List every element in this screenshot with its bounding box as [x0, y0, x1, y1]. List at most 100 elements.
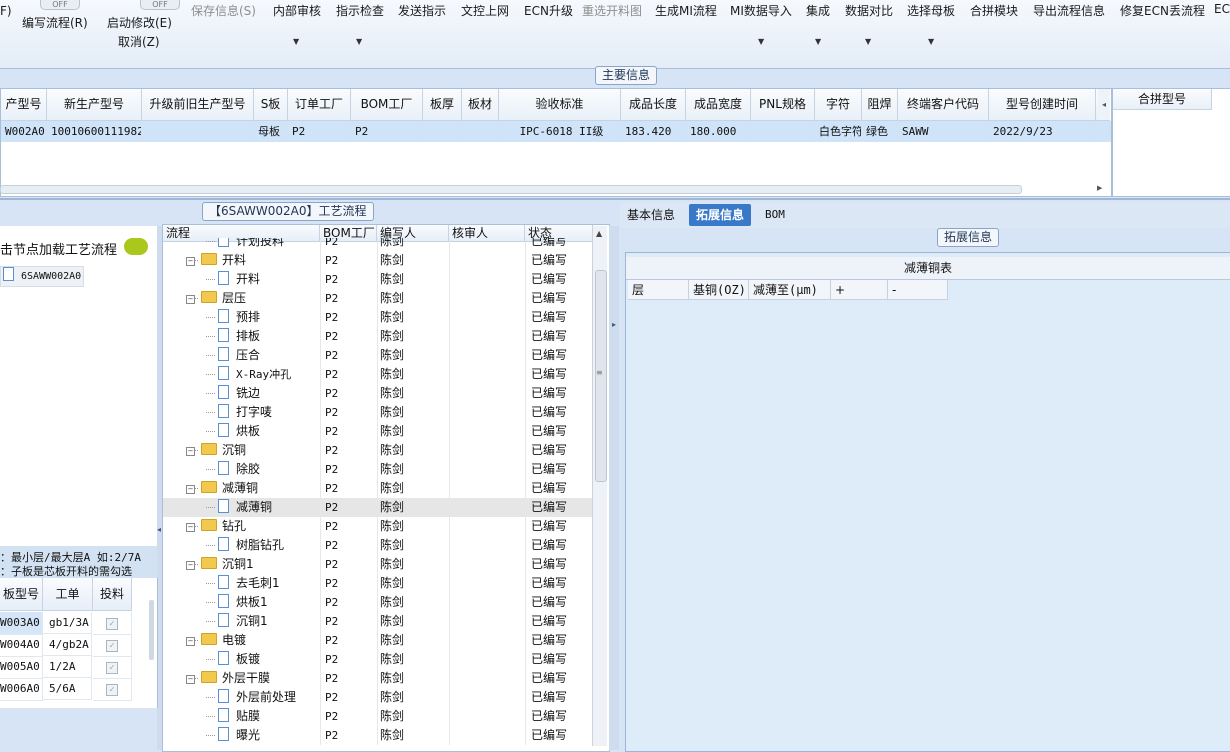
- collapse-icon[interactable]: −: [186, 675, 195, 684]
- main-col-header[interactable]: BOM工厂: [351, 89, 423, 121]
- tab-bom[interactable]: BOM: [758, 204, 792, 226]
- process-row[interactable]: 贴膜 P2 陈剑 已编写: [163, 707, 593, 726]
- process-row[interactable]: − 沉铜 P2 陈剑 已编写: [163, 441, 593, 460]
- main-cell[interactable]: SAWW: [898, 121, 989, 142]
- process-row[interactable]: 烘板 P2 陈剑 已编写: [163, 422, 593, 441]
- main-cell[interactable]: [462, 121, 499, 142]
- feed-checkbox[interactable]: ✓: [106, 684, 118, 696]
- main-cell[interactable]: [751, 121, 815, 142]
- main-col-header[interactable]: 成品宽度: [686, 89, 751, 121]
- internal-review-dropdown-icon[interactable]: ▼: [293, 37, 299, 46]
- scroll-up-arrow-icon[interactable]: ▲: [596, 229, 602, 238]
- toolbar-fragment-right[interactable]: ECN: [1214, 2, 1230, 16]
- process-row[interactable]: 预排 P2 陈剑 已编写: [163, 308, 593, 327]
- main-col-header[interactable]: 成品长度: [621, 89, 686, 121]
- process-vertical-scrollbar[interactable]: ▲ ≡: [592, 226, 607, 746]
- main-col-header[interactable]: 产型号: [1, 89, 47, 121]
- start-modify-button[interactable]: 启动修改(E): [107, 14, 172, 31]
- column-chooser-icon[interactable]: ◂: [1098, 89, 1110, 121]
- add-row-button[interactable]: +: [831, 280, 888, 300]
- main-col-header[interactable]: PNL规格: [751, 89, 815, 121]
- main-col-header[interactable]: 升级前旧生产型号: [142, 89, 254, 121]
- main-col-header[interactable]: 新生产型号: [47, 89, 142, 121]
- process-row[interactable]: − 层压 P2 陈剑 已编写: [163, 289, 593, 308]
- ecn-upgrade-button[interactable]: ECN升级: [524, 2, 573, 19]
- main-col-header[interactable]: 阻焊: [862, 89, 898, 121]
- sub-board-model[interactable]: W004A0: [0, 634, 43, 657]
- start-modify-toggle[interactable]: OFF: [140, 0, 180, 10]
- integrate-dropdown-icon[interactable]: ▼: [815, 37, 821, 46]
- process-row[interactable]: X-Ray冲孔 P2 陈剑 已编写: [163, 365, 593, 384]
- data-compare-dropdown-icon[interactable]: ▼: [865, 37, 871, 46]
- main-cell[interactable]: P2: [351, 121, 423, 142]
- main-col-header[interactable]: S板: [254, 89, 288, 121]
- repair-ecn-button[interactable]: 修复ECN丢流程: [1120, 2, 1205, 19]
- process-row[interactable]: 曝光 P2 陈剑 已编写: [163, 726, 593, 745]
- process-row[interactable]: 除胶 P2 陈剑 已编写: [163, 460, 593, 479]
- collapse-icon[interactable]: −: [186, 447, 195, 456]
- collapse-icon[interactable]: −: [186, 295, 195, 304]
- main-col-header[interactable]: 型号创建时间: [989, 89, 1096, 121]
- main-cell[interactable]: 180.000: [686, 121, 751, 142]
- internal-review-button[interactable]: 内部审核: [273, 2, 321, 19]
- main-cell[interactable]: 白色字符: [815, 121, 862, 142]
- sub-board-model[interactable]: W005A0: [0, 656, 43, 679]
- indicator-check-dropdown-icon[interactable]: ▼: [356, 37, 362, 46]
- process-row[interactable]: 打字唛 P2 陈剑 已编写: [163, 403, 593, 422]
- mi-import-button[interactable]: MI数据导入: [730, 2, 792, 19]
- save-info-button[interactable]: 保存信息(S): [191, 2, 256, 19]
- main-col-header[interactable]: 板厚: [423, 89, 462, 121]
- collapse-icon[interactable]: −: [186, 257, 195, 266]
- tab-basic-info[interactable]: 基本信息: [620, 204, 682, 226]
- merge-module-button[interactable]: 合拼模块: [970, 2, 1018, 19]
- process-row[interactable]: − 外层干膜 P2 陈剑 已编写: [163, 669, 593, 688]
- right-splitter[interactable]: [609, 226, 619, 750]
- main-cell[interactable]: 母板: [254, 121, 288, 142]
- process-row[interactable]: 外层前处理 P2 陈剑 已编写: [163, 688, 593, 707]
- select-mother-board-button[interactable]: 选择母板: [907, 2, 955, 19]
- main-col-header[interactable]: 订单工厂: [288, 89, 351, 121]
- main-cell[interactable]: 183.420: [621, 121, 686, 142]
- collapse-icon[interactable]: −: [186, 637, 195, 646]
- collapse-icon[interactable]: −: [186, 485, 195, 494]
- collapse-right-arrow-icon[interactable]: ▸: [612, 320, 616, 329]
- integrate-button[interactable]: 集成: [806, 2, 830, 19]
- process-row[interactable]: 沉铜1 P2 陈剑 已编写: [163, 612, 593, 631]
- write-flow-toggle[interactable]: OFF: [40, 0, 80, 10]
- main-cell[interactable]: 绿色: [862, 121, 898, 142]
- process-row[interactable]: 压合 P2 陈剑 已编写: [163, 346, 593, 365]
- process-row[interactable]: 铣边 P2 陈剑 已编写: [163, 384, 593, 403]
- process-row[interactable]: − 沉铜1 P2 陈剑 已编写: [163, 555, 593, 574]
- sub-board-model[interactable]: W003A0: [0, 612, 43, 635]
- process-row[interactable]: − 钻孔 P2 陈剑 已编写: [163, 517, 593, 536]
- process-row[interactable]: 烘板1 P2 陈剑 已编写: [163, 593, 593, 612]
- export-flow-button[interactable]: 导出流程信息: [1033, 2, 1105, 19]
- process-row[interactable]: 开料 P2 陈剑 已编写: [163, 270, 593, 289]
- main-cell[interactable]: [142, 121, 254, 142]
- feed-checkbox[interactable]: ✓: [106, 618, 118, 630]
- process-row[interactable]: 去毛刺1 P2 陈剑 已编写: [163, 574, 593, 593]
- tab-expand-info[interactable]: 拓展信息: [689, 204, 752, 226]
- gen-mi-flow-button[interactable]: 生成MI流程: [655, 2, 717, 19]
- feed-checkbox[interactable]: ✓: [106, 662, 118, 674]
- main-col-header[interactable]: 字符: [815, 89, 862, 121]
- sub-board-grid-scrollbar[interactable]: [149, 600, 154, 660]
- sub-board-order[interactable]: gb1/3A: [43, 612, 92, 634]
- scroll-right-arrow-icon[interactable]: ▶: [1097, 184, 1102, 192]
- select-mother-dropdown-icon[interactable]: ▼: [928, 37, 934, 46]
- main-col-header[interactable]: 终端客户代码: [898, 89, 989, 121]
- indicator-check-button[interactable]: 指示检查: [336, 2, 384, 19]
- main-col-header[interactable]: 验收标准: [499, 89, 621, 121]
- sub-board-order[interactable]: 1/2A: [43, 656, 92, 678]
- process-row[interactable]: − 减薄铜 P2 陈剑 已编写: [163, 479, 593, 498]
- main-cell[interactable]: W002A0: [1, 121, 47, 142]
- horizontal-splitter[interactable]: [0, 198, 1230, 200]
- mi-import-dropdown-icon[interactable]: ▼: [758, 37, 764, 46]
- process-row[interactable]: 减薄铜 P2 陈剑 已编写: [163, 498, 593, 517]
- main-cell[interactable]: IPC-6018 II级: [499, 121, 621, 142]
- process-row[interactable]: 树脂钻孔 P2 陈剑 已编写: [163, 536, 593, 555]
- process-row[interactable]: 板镀 P2 陈剑 已编写: [163, 650, 593, 669]
- reselect-chart-button[interactable]: 重选开料图: [582, 2, 642, 19]
- main-col-header[interactable]: 板材: [462, 89, 499, 121]
- sub-board-model[interactable]: W006A0: [0, 678, 43, 701]
